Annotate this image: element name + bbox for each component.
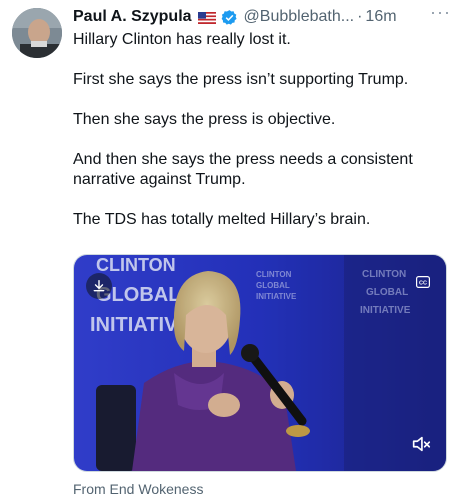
tweet[interactable]: Paul A. Szypula @Bubblebath... · 16m ···… — [0, 0, 459, 500]
mute-icon — [412, 436, 431, 452]
tweet-header: Paul A. Szypula @Bubblebath... · 16m ··· — [73, 2, 451, 28]
separator-dot: · — [357, 8, 363, 25]
tweet-paragraph: And then she says the press needs a cons… — [73, 151, 413, 188]
tweet-paragraph: First she says the press isn’t supportin… — [73, 71, 409, 88]
author-handle[interactable]: @Bubblebath... — [244, 8, 355, 26]
us-flag-icon — [197, 11, 216, 24]
captions-icon: CC — [416, 276, 431, 289]
tweet-paragraph: The TDS has totally melted Hillary’s bra… — [73, 211, 371, 228]
svg-text:CC: CC — [419, 281, 427, 287]
author-name[interactable]: Paul A. Szypula — [73, 8, 192, 26]
download-button[interactable] — [86, 273, 112, 299]
tweet-paragraph: Then she says the press is objective. — [73, 111, 336, 128]
more-options-icon[interactable]: ··· — [430, 2, 451, 23]
video-frame: CLINTON GLOBAL INITIATIV CLINTON GLOBAL … — [74, 255, 446, 471]
mute-button[interactable] — [410, 433, 432, 455]
tweet-timestamp[interactable]: 16m — [365, 8, 396, 26]
captions-button[interactable]: CC — [416, 275, 431, 289]
video-source-attribution[interactable]: From End Wokeness — [73, 481, 203, 497]
download-icon — [93, 280, 105, 292]
tweet-text: Hillary Clinton has really lost it. Firs… — [73, 30, 453, 250]
avatar[interactable] — [12, 8, 62, 58]
verified-badge-icon[interactable] — [221, 9, 238, 26]
tweet-paragraph: Hillary Clinton has really lost it. — [73, 31, 291, 48]
video-player[interactable]: CLINTON GLOBAL INITIATIV CLINTON GLOBAL … — [73, 254, 447, 472]
